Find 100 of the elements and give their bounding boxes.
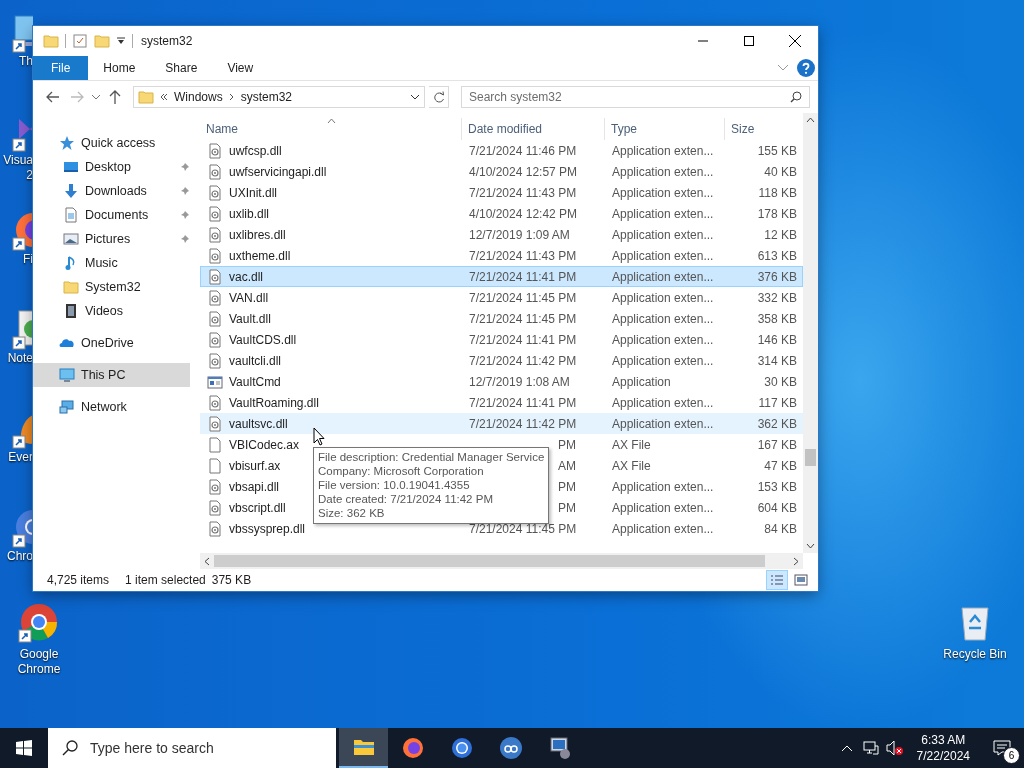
scroll-left-icon[interactable] <box>204 556 210 566</box>
modified-date: 7/21/2024 11:41 PM <box>469 269 577 284</box>
file-name: vbisurf.ax <box>229 458 281 473</box>
pin-icon[interactable] <box>180 210 190 220</box>
modified-date: 7/21/2024 11:42 PM <box>469 416 577 431</box>
file-name: VBICodec.ax <box>229 437 300 452</box>
file-type: Application exten... <box>612 332 714 347</box>
file-size: 153 KB <box>757 479 797 494</box>
column-header[interactable]: Type <box>605 118 725 140</box>
clock-time[interactable]: 6:33 AM <box>921 732 966 748</box>
folder-icon <box>138 89 154 105</box>
document-icon <box>207 436 223 453</box>
column-header[interactable]: Size <box>725 118 798 140</box>
modified-date: 7/21/2024 11:43 PM <box>469 185 577 200</box>
modified-date: 7/21/2024 11:43 PM <box>469 248 577 263</box>
volume-muted-icon[interactable] <box>885 740 904 756</box>
gear-document-icon <box>207 226 223 243</box>
refresh-button[interactable] <box>429 86 449 108</box>
search-icon[interactable] <box>62 740 78 756</box>
scrollbar-thumb[interactable] <box>214 555 765 567</box>
taskbar-app-button[interactable] <box>339 728 388 768</box>
file-type: Application exten... <box>612 290 714 305</box>
file-row[interactable]: vac.dll 7/21/2024 11:41 PM Application exten... 376 KB <box>200 266 803 287</box>
notifications-button[interactable]: 6 <box>980 728 1024 768</box>
address-bar[interactable]: Windows system32 <box>133 86 425 108</box>
sidebar-item[interactable]: Desktop <box>33 155 190 179</box>
file-size: 47 KB <box>764 458 797 473</box>
file-type: Application exten... <box>612 164 714 179</box>
ribbon-tab[interactable]: Share <box>150 56 213 80</box>
ribbon-tab[interactable]: Home <box>88 56 151 80</box>
file-type: Application exten... <box>612 353 714 368</box>
tooltip-line: Date created: 7/21/2024 11:42 PM <box>318 492 494 506</box>
scroll-down-icon[interactable] <box>806 543 815 549</box>
clock-date[interactable]: 7/22/2024 <box>916 748 970 764</box>
modified-date: 7/21/2024 11:45 PM <box>469 290 577 305</box>
back-arrow-icon[interactable] <box>46 91 60 103</box>
file-type: Application exten... <box>612 521 714 536</box>
file-size: 30 KB <box>764 374 797 389</box>
item-count: 4,725 items <box>47 573 110 587</box>
windows-logo-icon[interactable] <box>16 740 32 756</box>
maximize-icon[interactable] <box>744 36 754 46</box>
notification-icon[interactable] <box>993 740 1011 756</box>
sidebar-item[interactable]: Downloads <box>33 179 190 203</box>
checklist-icon[interactable] <box>72 33 88 49</box>
chevron-right-icon[interactable] <box>228 93 235 101</box>
gear-document-icon <box>207 394 223 411</box>
pc-icon <box>59 367 75 383</box>
scroll-right-icon[interactable] <box>793 556 799 566</box>
network-icon[interactable] <box>862 741 879 755</box>
file-type: Application exten... <box>612 416 714 431</box>
pin-icon[interactable] <box>180 186 190 196</box>
pin-icon[interactable] <box>180 162 190 172</box>
modified-date: 12/7/2019 1:08 AM <box>469 374 570 389</box>
vertical-scrollbar[interactable] <box>803 113 818 553</box>
file-name: Vault.dll <box>229 311 271 326</box>
tooltip-line: File description: Credential Manager Service <box>318 450 545 464</box>
sidebar-item[interactable]: Pictures <box>33 227 190 251</box>
sidebar-item[interactable]: Documents <box>33 203 190 227</box>
ribbon-tab[interactable]: View <box>212 56 269 80</box>
breadcrumb[interactable]: Windows <box>174 90 223 104</box>
sidebar-item[interactable]: Music <box>33 251 190 275</box>
document-icon <box>207 457 223 474</box>
breadcrumb[interactable]: system32 <box>240 90 293 104</box>
search-icon[interactable] <box>790 91 802 103</box>
gear-document-icon <box>207 163 223 180</box>
chevron-up-icon[interactable] <box>840 744 853 752</box>
gear-document-icon <box>207 499 223 516</box>
file-type: Application exten... <box>612 143 714 158</box>
selection-size: 375 KB <box>211 573 252 587</box>
gear-document-icon <box>207 184 223 201</box>
scrollbar-thumb[interactable] <box>805 449 816 466</box>
tooltip-line: File version: 10.0.19041.4355 <box>318 478 471 492</box>
sidebar-item[interactable]: Videos <box>33 299 190 323</box>
help-icon[interactable] <box>797 59 815 77</box>
column-header[interactable]: Date modified <box>462 118 605 140</box>
taskbar-search-box[interactable]: Type here to search <box>48 728 336 768</box>
sidebar-item[interactable]: System32 <box>33 275 190 299</box>
sidebar-item[interactable]: Quick access <box>33 131 190 155</box>
double-chevron-icon[interactable] <box>160 93 168 101</box>
file-size: 40 KB <box>764 164 797 179</box>
sidebar-item[interactable]: This PC <box>33 363 190 387</box>
sidebar-item[interactable]: Network <box>33 395 190 419</box>
modified-date: 12/7/2019 1:09 AM <box>469 227 570 242</box>
column-header[interactable]: Name <box>200 118 462 140</box>
refresh-icon[interactable] <box>432 91 445 103</box>
modified-date: PM <box>558 500 576 515</box>
caret-icon[interactable] <box>116 36 126 46</box>
pin-icon[interactable] <box>180 234 190 244</box>
modified-date: 7/21/2024 11:41 PM <box>469 332 577 347</box>
close-icon[interactable] <box>789 35 801 47</box>
search-field[interactable]: Search system32 <box>461 86 810 108</box>
sidebar-item[interactable]: OneDrive <box>33 331 190 355</box>
qbittorrent-icon <box>498 736 523 760</box>
scroll-up-icon[interactable] <box>806 117 815 123</box>
file-size: 362 KB <box>757 416 797 431</box>
icon-label: Visua <box>3 153 33 168</box>
gear-document-icon <box>207 331 223 348</box>
horizontal-scrollbar[interactable] <box>200 553 803 569</box>
chevron-down-icon[interactable] <box>410 93 420 101</box>
file-row[interactable]: vaultsvc.dll 7/21/2024 11:42 PM Application exten... 362 KB <box>200 413 803 434</box>
